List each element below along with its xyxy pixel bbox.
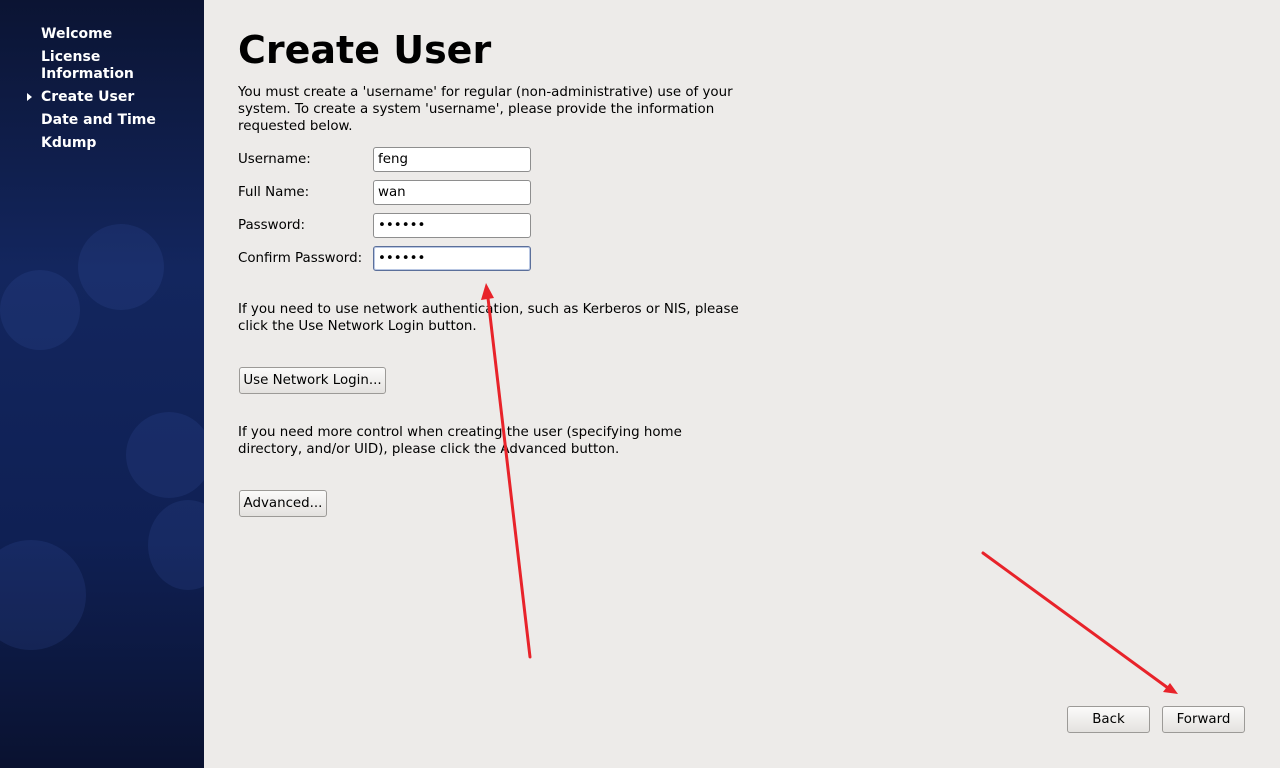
fullname-row: Full Name:: [238, 180, 538, 205]
confirm-password-row: Confirm Password:: [238, 246, 538, 271]
sidebar-item-label: Create User: [41, 89, 135, 105]
page-title: Create User: [238, 28, 492, 72]
sidebar-item-create-user: Create User: [0, 89, 204, 106]
sidebar-item-kdump: Kdump: [0, 135, 204, 152]
confirm-password-label: Confirm Password:: [238, 251, 363, 266]
decorative-bubble: [126, 412, 204, 498]
intro-text: You must create a 'username' for regular…: [238, 85, 733, 134]
use-network-login-button[interactable]: Use Network Login...: [239, 367, 386, 394]
confirm-password-input[interactable]: [373, 246, 531, 271]
decorative-bubble: [78, 224, 164, 310]
sidebar-item-label: Kdump: [41, 135, 97, 151]
fullname-input[interactable]: [373, 180, 531, 205]
sidebar-item-date-and-time: Date and Time: [0, 112, 204, 129]
sidebar-item-license-information: License Information: [0, 49, 204, 83]
advanced-button[interactable]: Advanced...: [239, 490, 327, 517]
back-button[interactable]: Back: [1067, 706, 1150, 733]
step-navigation: Welcome License Information Create User …: [0, 26, 204, 158]
username-input[interactable]: [373, 147, 531, 172]
decorative-bubble: [0, 270, 80, 350]
main-content: Create User You must create a 'username'…: [238, 0, 1245, 768]
password-input[interactable]: [373, 213, 531, 238]
network-login-text: If you need to use network authenticatio…: [238, 302, 739, 334]
forward-button[interactable]: Forward: [1162, 706, 1245, 733]
sidebar-item-label: License Information: [41, 49, 134, 82]
triangle-right-icon: [27, 93, 32, 101]
decorative-bubble: [148, 500, 204, 590]
sidebar-item-label: Date and Time: [41, 112, 156, 128]
sidebar: Welcome License Information Create User …: [0, 0, 204, 768]
fullname-label: Full Name:: [238, 185, 310, 200]
sidebar-item-label: Welcome: [41, 26, 113, 42]
advanced-text: If you need more control when creating t…: [238, 425, 682, 457]
decorative-bubble: [0, 540, 86, 650]
username-row: Username:: [238, 147, 538, 172]
password-row: Password:: [238, 213, 538, 238]
username-label: Username:: [238, 152, 311, 167]
sidebar-item-welcome: Welcome: [0, 26, 204, 43]
password-label: Password:: [238, 218, 306, 233]
